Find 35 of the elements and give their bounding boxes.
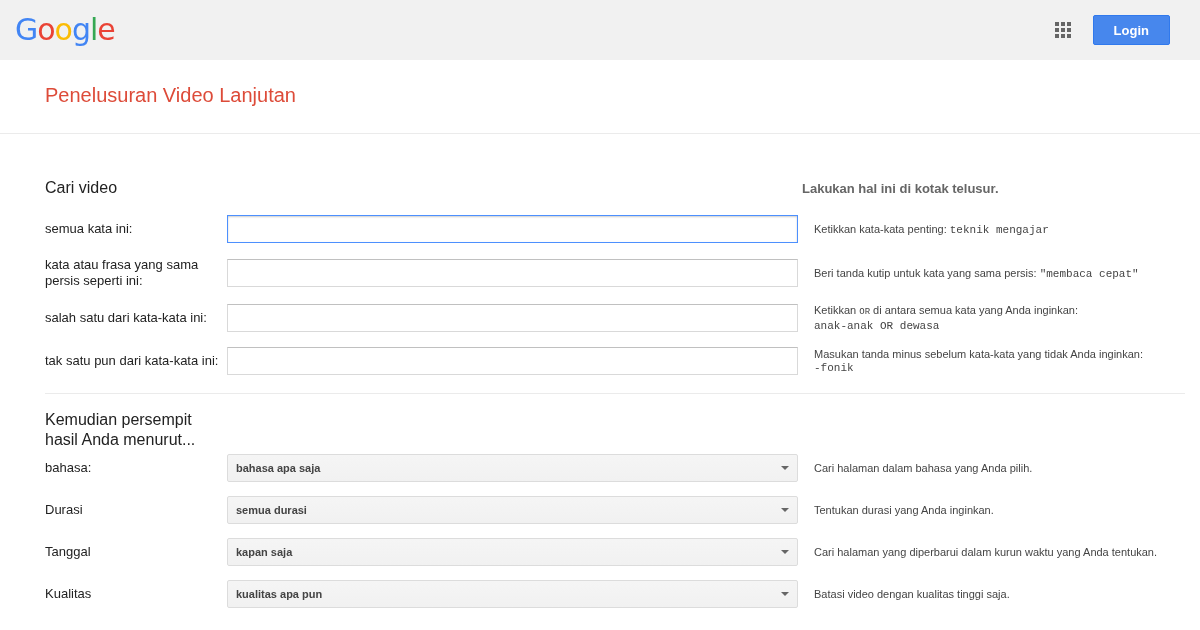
caret-icon (781, 508, 789, 512)
field-label: salah satu dari kata-kata ini: (45, 310, 208, 326)
hint-text: Batasi video dengan kualitas tinggi saja. (814, 587, 1011, 601)
field-label: tak satu pun dari kata-kata ini: (45, 353, 220, 369)
field-label: kata atau frasa yang sama persis seperti ini: (45, 257, 200, 289)
hint-text: Tentukan durasi yang Anda inginkan. (814, 503, 995, 517)
section-heading: Cari video (45, 179, 119, 197)
dropdown[interactable]: kapan saja (227, 538, 798, 566)
hint-text: Ketikkan OR di antara semua kata yang Anda inginkan: anak-anak OR dewasa (814, 303, 1079, 333)
dropdown[interactable]: semua durasi (227, 496, 798, 524)
hint-text: Cari halaman yang diperbarui dalam kurun waktu yang Anda tentukan. (814, 545, 1159, 559)
hint-text: Cari halaman dalam bahasa yang Anda pilih. (814, 461, 1034, 475)
hint-heading: Lakukan hal ini di kotak telusur. (802, 180, 999, 196)
hint-text: Masukan tanda minus sebelum kata-kata yang tidak Anda inginkan: -fonik (814, 347, 1144, 375)
input-field[interactable] (227, 347, 798, 375)
section-heading: Kemudian persempit hasil Anda menurut... (45, 410, 197, 450)
input-field[interactable] (227, 304, 798, 332)
hint-text: Beri tanda kutip untuk kata yang sama persis: "membaca cepat" (814, 265, 1140, 281)
caret-icon (781, 592, 789, 596)
apps-grid-icon[interactable] (1054, 22, 1071, 38)
hint-text: Ketikkan kata-kata penting: teknik mengajar (814, 221, 1050, 237)
field-label: Durasi (45, 502, 84, 518)
field-label: semua kata ini: (45, 221, 134, 237)
field-label: Tanggal (45, 544, 92, 560)
dropdown[interactable]: kualitas apa pun (227, 580, 798, 608)
caret-icon (781, 466, 789, 470)
caret-icon (781, 550, 789, 554)
page-title: Penelusuran Video Lanjutan (45, 84, 297, 107)
dropdown[interactable]: bahasa apa saja (227, 454, 798, 482)
login-button[interactable]: Login (1092, 15, 1170, 45)
field-label: Kualitas (45, 586, 93, 602)
input-field[interactable] (227, 215, 798, 243)
logo: Google (15, 15, 115, 45)
input-field[interactable] (227, 259, 798, 287)
field-label: bahasa: (45, 460, 93, 476)
